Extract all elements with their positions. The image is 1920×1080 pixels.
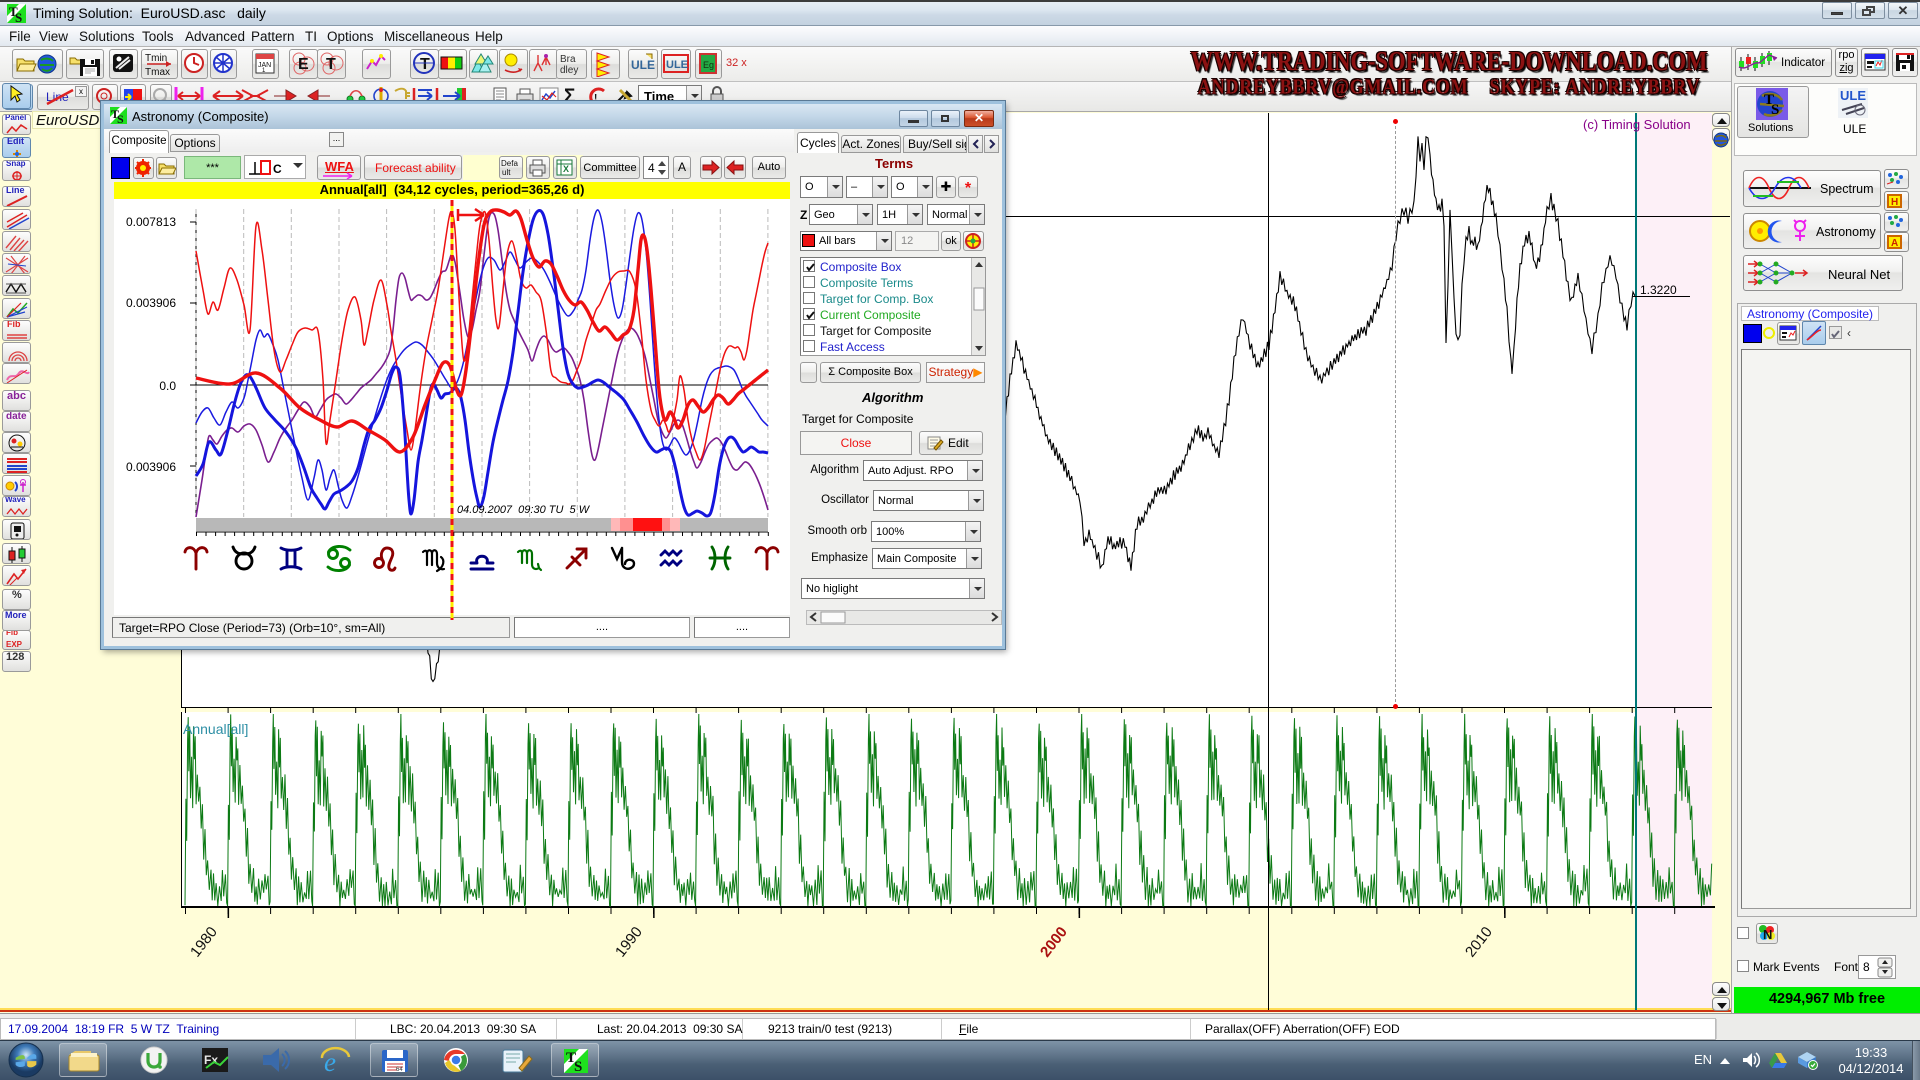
svg-text:S: S bbox=[1771, 102, 1779, 118]
svg-text:H: H bbox=[1891, 197, 1898, 208]
svg-text:S: S bbox=[574, 1059, 582, 1075]
svg-text:64: 64 bbox=[396, 1067, 403, 1073]
svg-text:A: A bbox=[1891, 238, 1898, 249]
svg-text:ULE: ULE bbox=[1840, 88, 1866, 103]
svg-text:N: N bbox=[1763, 927, 1772, 942]
